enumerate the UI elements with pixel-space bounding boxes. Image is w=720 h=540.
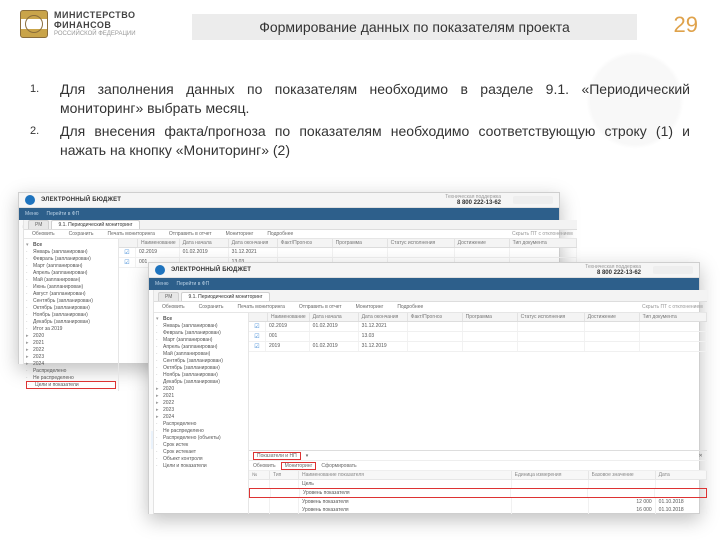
btn-send[interactable]: Отправить в отчет: [165, 230, 216, 238]
btn-more[interactable]: Подробнее: [393, 303, 427, 311]
app-logo-icon: [25, 195, 35, 205]
app-brand: ЭЛЕКТРОННЫЙ БЮДЖЕТ: [41, 197, 121, 203]
btn-save[interactable]: Сохранить: [195, 303, 228, 311]
app-ribbon: Меню Перейти в ФП: [19, 208, 559, 220]
period-tree-1: ▾Все ·Январь (запланирован) ·Февраль (за…: [24, 239, 119, 391]
btn-monitoring-highlight[interactable]: Показатели и НП: [253, 452, 301, 460]
selected-indicator-row[interactable]: Уровень показателя: [249, 488, 707, 498]
highlight-period: ·Цели и показатели: [26, 381, 116, 389]
list-item-2: Для внесения факта/прогноза по показател…: [60, 122, 690, 160]
support-block: Техническая поддержка8 800 222-13-62: [585, 264, 641, 276]
tab-dash[interactable]: РМ: [28, 220, 49, 229]
btn-monitoring-1[interactable]: Мониторинг: [222, 230, 258, 238]
user-chip: [653, 266, 693, 274]
btn-send[interactable]: Отправить в отчет: [295, 303, 346, 311]
page-number: 29: [674, 12, 698, 38]
app-logo-icon: [155, 265, 165, 275]
toolbar-right[interactable]: Скрыть ПТ с отклонением: [512, 231, 573, 237]
btn-print[interactable]: Печать мониторинга: [104, 230, 159, 238]
ribbon-menu[interactable]: Меню: [25, 211, 39, 217]
ministry-line3: РОССИЙСКОЙ ФЕДЕРАЦИИ: [54, 31, 136, 38]
ministry-line2: ФИНАНСОВ: [54, 21, 136, 31]
btn-monitoring-top[interactable]: Мониторинг: [352, 303, 388, 311]
ribbon-path[interactable]: Перейти в ФП: [47, 211, 80, 217]
list-item-1: Для заполнения данных по показателям нео…: [60, 80, 690, 118]
btn-refresh[interactable]: Обновить: [28, 230, 59, 238]
list-num-2: 2.: [30, 122, 60, 160]
tab-monitoring[interactable]: 9.1. Периодический мониторинг: [51, 220, 139, 229]
btn-monitoring-2[interactable]: Мониторинг: [281, 462, 317, 470]
slide-title: Формирование данных по показателям проек…: [192, 14, 637, 40]
period-tree-2: ▾Все ·Январь (запланирован) ·Февраль (за…: [154, 313, 249, 514]
btn-report-b[interactable]: Сформировать: [321, 463, 356, 469]
app-brand: ЭЛЕКТРОННЫЙ БЮДЖЕТ: [171, 267, 251, 273]
screenshot-2: ЭЛЕКТРОННЫЙ БЮДЖЕТ Техническая поддержка…: [148, 262, 700, 514]
btn-more[interactable]: Подробнее: [263, 230, 297, 238]
instruction-list: 1.Для заполнения данных по показателям н…: [30, 80, 690, 164]
tab-monitoring[interactable]: 9.1. Периодический мониторинг: [181, 292, 269, 301]
ministry-logo: МИНИСТЕРСТВО ФИНАНСОВ РОССИЙСКОЙ ФЕДЕРАЦ…: [20, 10, 136, 38]
btn-refresh[interactable]: Обновить: [158, 303, 189, 311]
emblem-icon: [20, 10, 48, 38]
list-num-1: 1.: [30, 80, 60, 118]
user-chip: [513, 196, 553, 204]
tab-dash[interactable]: РМ: [158, 292, 179, 301]
btn-refresh-b[interactable]: Обновить: [253, 463, 276, 469]
btn-print[interactable]: Печать мониторинга: [234, 303, 289, 311]
support-block: Техническая поддержка8 800 222-13-62: [445, 194, 501, 206]
btn-save[interactable]: Сохранить: [65, 230, 98, 238]
